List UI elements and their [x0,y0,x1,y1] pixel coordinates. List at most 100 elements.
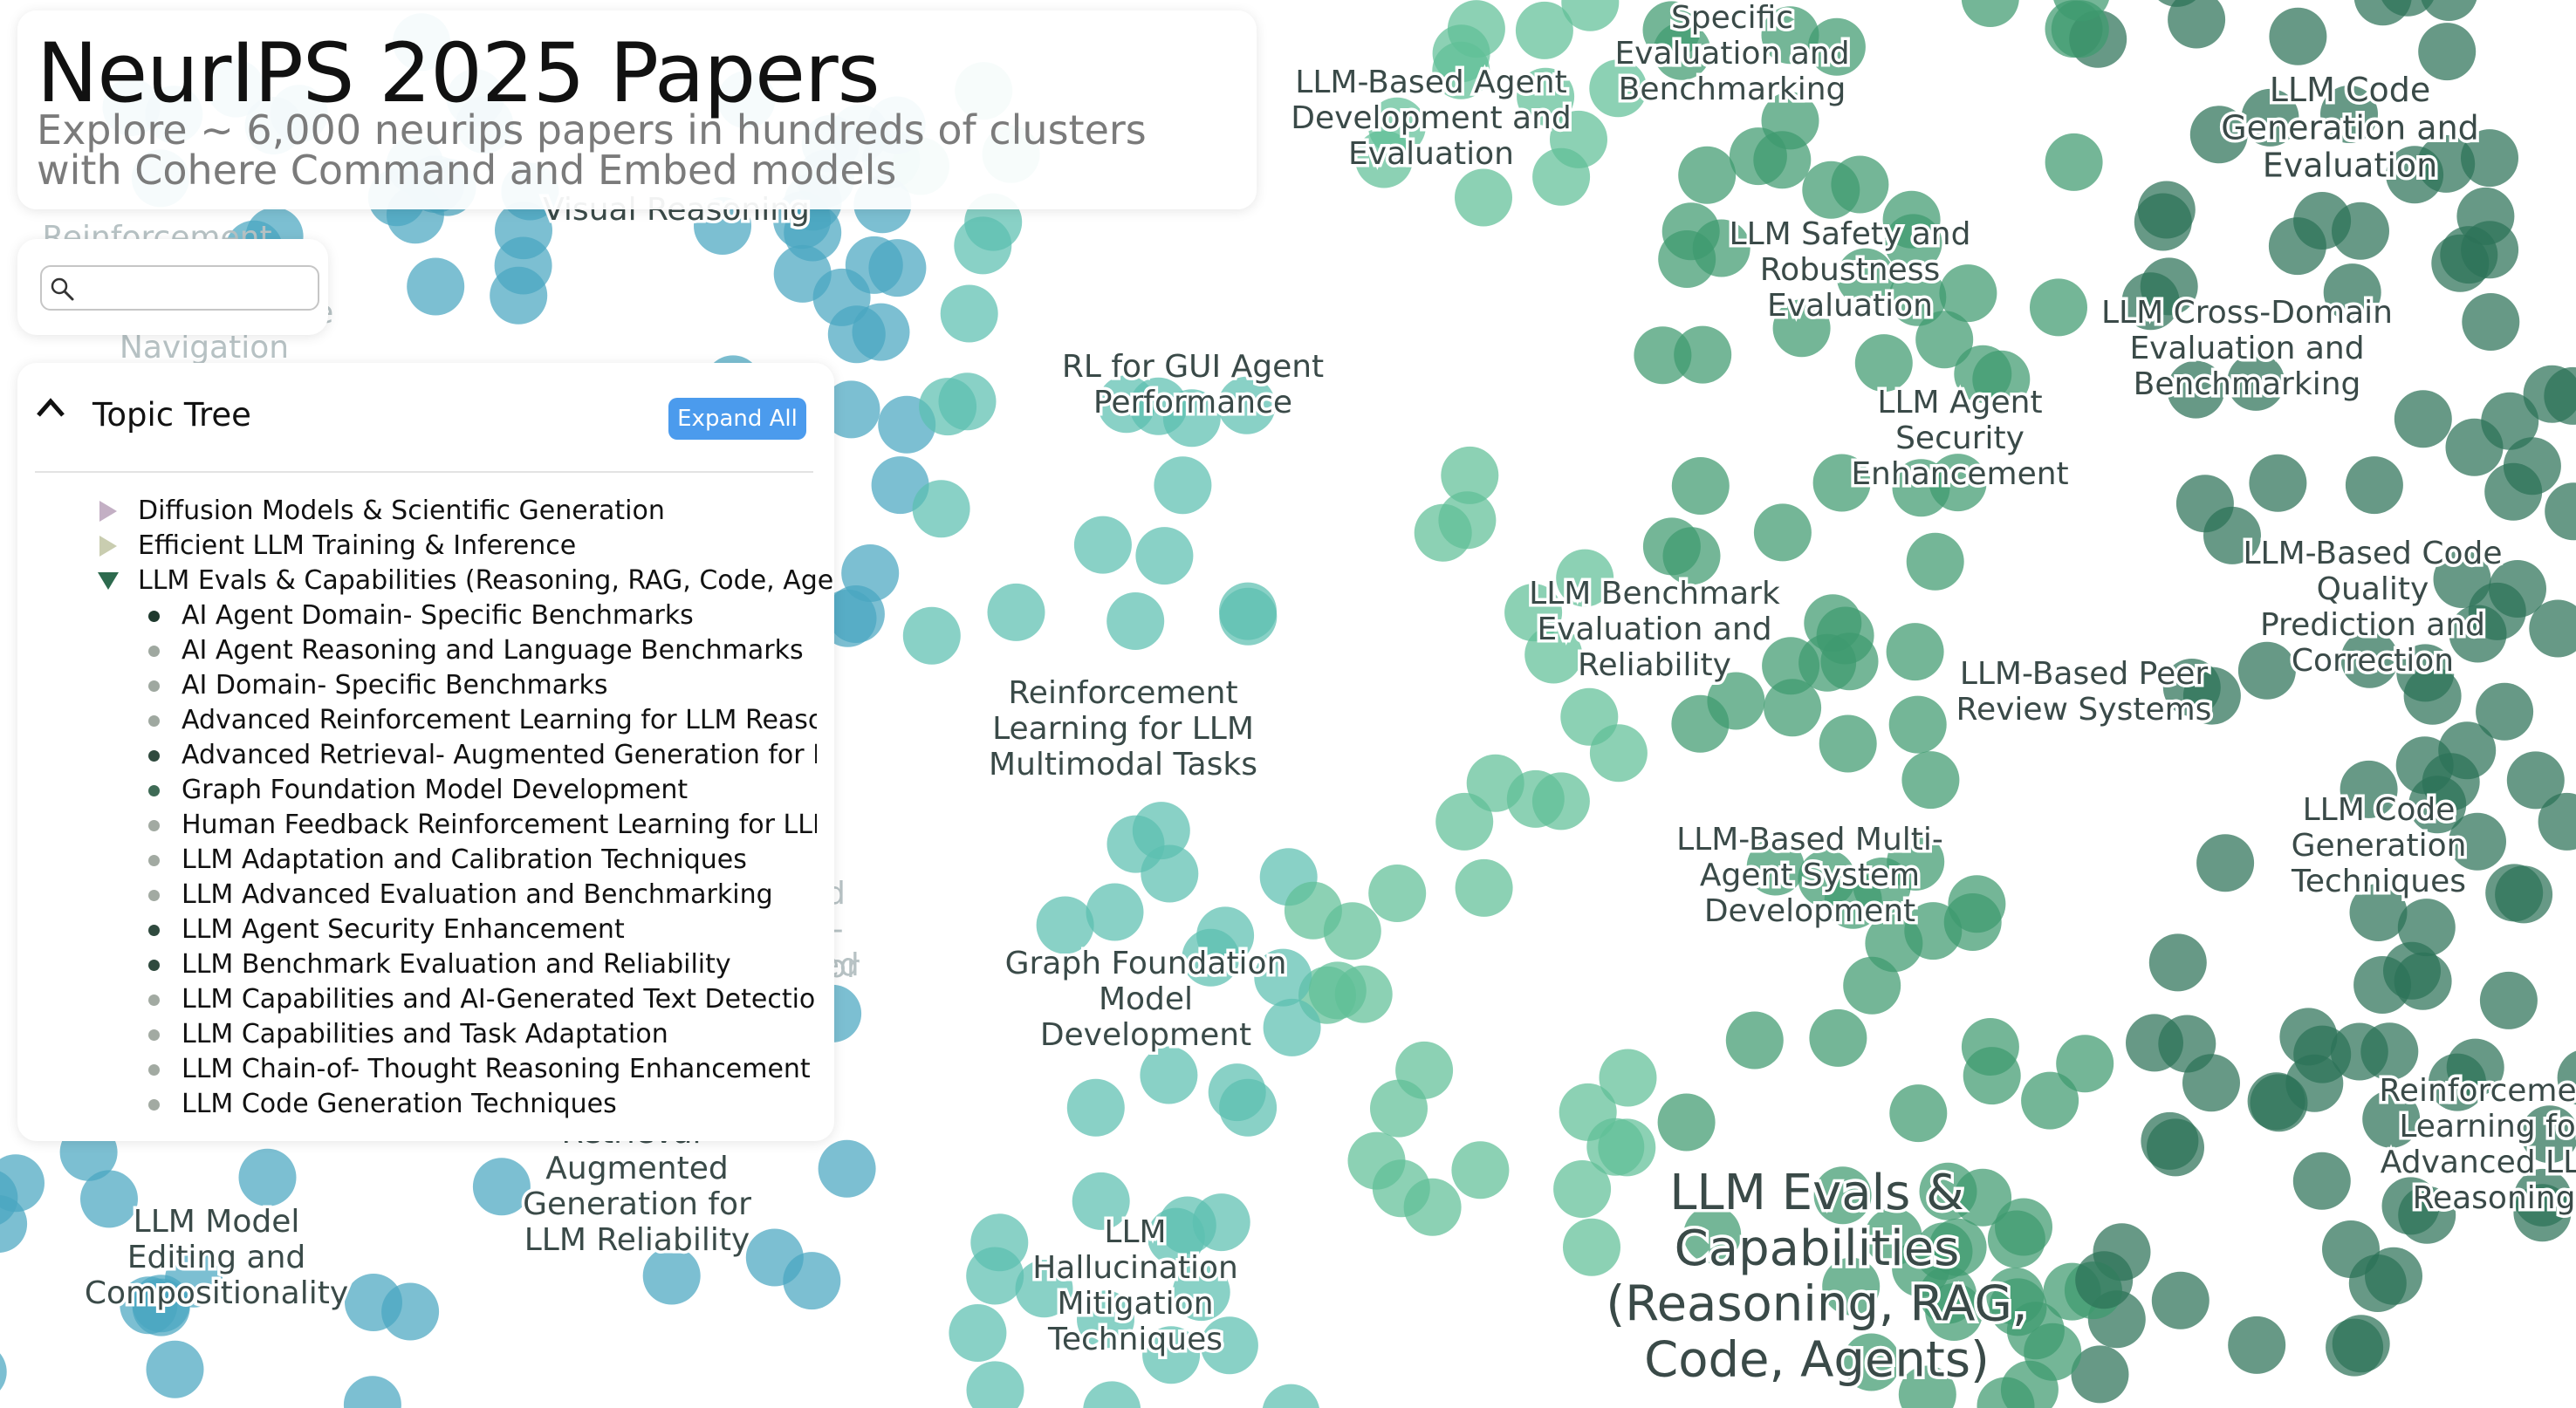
paper-dot[interactable] [1819,714,1877,773]
paper-dot[interactable] [2293,1025,2352,1083]
chevron-up-icon[interactable] [33,391,68,426]
paper-dot[interactable] [1455,858,1513,917]
topic-tree[interactable]: Diffusion Models & Scientific Generation… [17,494,834,1127]
tree-subitem[interactable]: Graph Foundation Model Development [17,773,817,808]
paper-dot[interactable] [2024,1323,2082,1381]
paper-dot[interactable] [745,1228,804,1287]
paper-dot[interactable] [1106,815,1165,873]
tree-subitem[interactable]: LLM Adaptation and Calibration Technique… [17,843,817,878]
paper-dot[interactable] [1901,751,1960,810]
paper-dot[interactable] [1083,1381,1141,1408]
triangle-right-icon[interactable] [96,499,120,523]
paper-dot[interactable] [1961,1018,2019,1076]
paper-dot[interactable] [2249,454,2307,512]
paper-dot[interactable] [1725,1011,1784,1070]
paper-dot[interactable] [1843,956,1901,1015]
paper-dot[interactable] [949,1304,1007,1362]
paper-dot[interactable] [2445,418,2504,476]
tree-subitem[interactable]: Advanced Retrieval- Augmented Generation… [17,738,817,773]
tree-subitem[interactable]: LLM Chain-of- Thought Reasoning Enhancem… [17,1052,817,1087]
paper-dot[interactable] [1435,792,1494,851]
tree-item[interactable]: LLM Evals & Capabilities (Reasoning, RAG… [17,564,834,598]
tree-subitem[interactable]: AI Agent Reasoning and Language Benchmar… [17,633,817,668]
tree-subitem[interactable]: AI Agent Domain- Specific Benchmarks [17,598,817,633]
paper-dot[interactable] [2196,834,2255,892]
paper-dot[interactable] [2292,1152,2351,1210]
paper-dot[interactable] [1140,1046,1198,1104]
paper-dot[interactable] [1515,1,1573,59]
paper-dot[interactable] [987,583,1045,641]
paper-dot[interactable] [1308,961,1367,1020]
paper-dot[interactable] [2394,390,2452,448]
tree-subitem[interactable]: LLM Capabilities and AI-Generated Text D… [17,982,817,1017]
paper-dot[interactable] [1563,1218,1620,1276]
paper-dot[interactable] [2348,1254,2407,1312]
paper-dot[interactable] [238,1148,297,1206]
paper-dot[interactable] [1066,1078,1125,1137]
tree-subitem[interactable]: LLM Benchmark Evaluation and Reliability [17,947,817,982]
paper-dot[interactable] [2383,941,2441,1000]
paper-dot[interactable] [1753,503,1812,562]
paper-dot[interactable] [2495,865,2553,924]
paper-dot[interactable] [146,1340,204,1398]
paper-dot[interactable] [0,1154,45,1213]
tree-subitem[interactable]: Advanced Reinforcement Learning for LLM … [17,703,817,738]
paper-dot[interactable] [2345,456,2403,515]
paper-dot[interactable] [1086,883,1144,941]
paper-dot[interactable] [1729,127,1787,186]
paper-dot[interactable] [2021,1071,2079,1130]
tree-subitem[interactable]: LLM Code Generation Techniques [17,1087,817,1122]
paper-dot[interactable] [1219,587,1278,646]
paper-dot[interactable] [2134,193,2192,251]
paper-dot[interactable] [472,1158,531,1216]
paper-dot[interactable] [2237,641,2296,700]
paper-dot[interactable] [852,303,910,361]
paper-dot[interactable] [407,257,465,316]
paper-dot[interactable] [1678,146,1737,204]
paper-dot[interactable] [1284,881,1342,940]
paper-dot[interactable] [2503,437,2561,496]
paper-dot[interactable] [0,1343,7,1401]
tree-subitem[interactable]: LLM Advanced Evaluation and Benchmarking [17,878,817,912]
paper-dot[interactable] [2269,7,2327,65]
paper-dot[interactable] [940,284,998,343]
tree-item[interactable]: Efficient LLM Training & Inference [17,529,834,564]
paper-dot[interactable] [2353,0,2412,26]
paper-dot[interactable] [1451,1141,1510,1200]
paper-dot[interactable] [490,266,548,325]
paper-dot[interactable] [1219,1078,1278,1137]
paper-dot[interactable] [1368,865,1427,922]
paper-dot[interactable] [1158,1196,1216,1254]
paper-dot[interactable] [2147,1118,2204,1177]
paper-dot[interactable] [912,480,970,538]
paper-dot[interactable] [1073,516,1132,574]
paper-dot[interactable] [2247,1072,2305,1131]
paper-dot[interactable] [966,1361,1024,1408]
paper-dot[interactable] [2456,187,2515,245]
paper-dot[interactable] [2151,1271,2209,1329]
tree-subitem[interactable]: Human Feedback Reinforcement Learning fo… [17,808,817,843]
paper-dot[interactable] [1642,517,1701,576]
paper-dot[interactable] [2168,0,2226,49]
paper-dot[interactable] [2326,1318,2384,1377]
paper-dot[interactable] [1370,1079,1428,1138]
paper-dot[interactable] [1106,592,1165,650]
tree-subitem[interactable]: LLM Agent Security Enhancement [17,912,817,947]
paper-dot[interactable] [1802,161,1860,219]
paper-dot[interactable] [1906,532,1964,591]
paper-dot[interactable] [818,1139,876,1198]
paper-dot[interactable] [1262,1384,1319,1408]
expand-all-button[interactable]: Expand All [668,398,806,440]
paper-dot[interactable] [2462,293,2520,351]
paper-dot[interactable] [2228,1316,2286,1374]
paper-dot[interactable] [1347,1131,1406,1190]
paper-dot[interactable] [1889,1084,1948,1143]
paper-dot[interactable] [2030,278,2087,337]
paper-dot[interactable] [2045,133,2103,191]
paper-dot[interactable] [1506,769,1565,828]
paper-dot[interactable] [902,606,961,665]
paper-dot[interactable] [2476,682,2534,741]
paper-dot[interactable] [2420,0,2477,21]
paper-dot[interactable] [1816,606,1874,665]
paper-dot[interactable] [1455,168,1512,227]
